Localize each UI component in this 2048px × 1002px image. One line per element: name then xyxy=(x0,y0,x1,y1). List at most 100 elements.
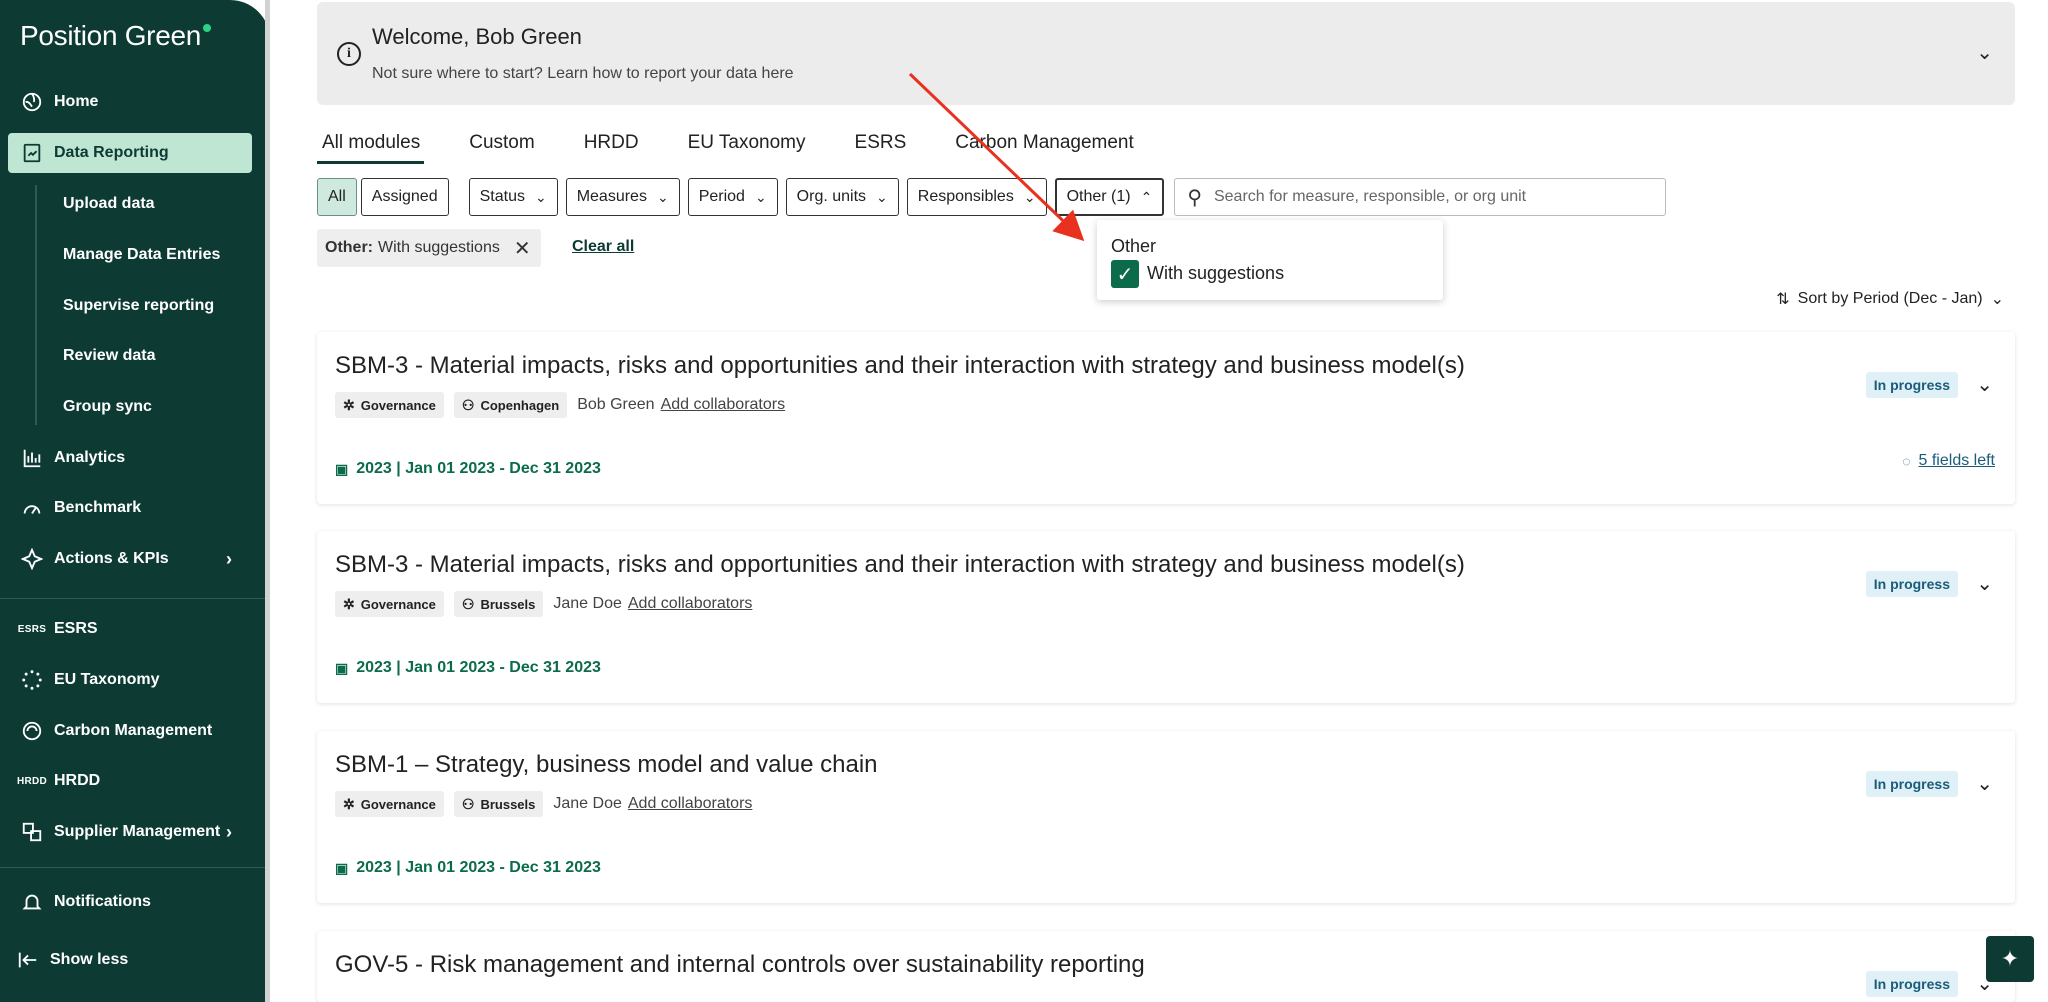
date-label: 2023 | Jan 01 2023 - Dec 31 2023 xyxy=(356,659,601,676)
sidebar-item-benchmark[interactable]: Benchmark xyxy=(8,488,252,528)
sidebar-item-data-reporting[interactable]: Data Reporting xyxy=(8,133,252,173)
measure-card[interactable]: SBM-3 - Material impacts, risks and oppo… xyxy=(317,531,2015,703)
sidebar-subitem-manage-data-entries[interactable]: Manage Data Entries xyxy=(63,240,220,270)
card-meta: ✲ Governance ⚇ Brussels Jane Doe Add colla… xyxy=(335,591,752,617)
add-collaborators-link[interactable]: Add collaborators xyxy=(661,396,786,414)
tab-eu-taxonomy[interactable]: EU Taxonomy xyxy=(683,128,810,164)
collapse-icon xyxy=(16,948,40,972)
sidebar-item-actions-kpis[interactable]: Actions & KPIs › xyxy=(8,539,252,579)
sidebar-subitem-group-sync[interactable]: Group sync xyxy=(63,392,152,422)
chevron-down-icon[interactable]: ⌄ xyxy=(1976,372,1993,397)
chevron-right-icon: › xyxy=(226,548,232,569)
chevron-down-icon: ⌄ xyxy=(534,188,547,205)
filter-responsibles-dropdown[interactable]: Responsibles ⌄ xyxy=(906,178,1047,216)
sidebar-item-label: ESRS xyxy=(54,620,98,637)
chevron-down-icon[interactable]: ⌄ xyxy=(1976,771,1993,796)
tab-esrs[interactable]: ESRS xyxy=(850,128,911,164)
filter-label: Status xyxy=(479,188,525,205)
responsible-person: Jane Doe xyxy=(553,595,622,612)
measure-card[interactable]: SBM-3 - Material impacts, risks and oppo… xyxy=(317,332,2015,504)
tag-label: Governance xyxy=(360,596,436,612)
progress-icon: ◌ xyxy=(1902,453,1911,469)
filter-label: Other (1) xyxy=(1066,188,1131,205)
eu-taxonomy-icon xyxy=(20,668,44,692)
chevron-down-icon[interactable]: ⌄ xyxy=(1976,571,1993,596)
sidebar-item-eu-taxonomy[interactable]: EU Taxonomy xyxy=(8,660,252,700)
welcome-banner[interactable]: i Welcome, Bob Green Not sure where to s… xyxy=(317,2,2015,105)
sidebar-item-home[interactable]: Home xyxy=(8,82,252,122)
tab-carbon-management[interactable]: Carbon Management xyxy=(950,128,1138,164)
tab-all-modules[interactable]: All modules xyxy=(317,128,425,164)
welcome-subtitle: Not sure where to start? Learn how to re… xyxy=(372,65,794,82)
search-icon: ⚲ xyxy=(1187,186,1202,209)
responsible-person: Jane Doe xyxy=(553,795,622,812)
filter-all-button[interactable]: All xyxy=(317,178,357,216)
home-icon xyxy=(20,90,44,114)
welcome-title: Welcome, Bob Green xyxy=(372,24,582,49)
sidebar-item-analytics[interactable]: Analytics xyxy=(8,438,252,478)
filter-other-dropdown[interactable]: Other (1) ⌃ xyxy=(1054,178,1165,216)
filter-label: Period xyxy=(698,188,745,205)
sidebar-scrollbar[interactable] xyxy=(265,0,270,1002)
sidebar-item-label: Carbon Management xyxy=(54,722,213,739)
sidebar-item-esrs[interactable]: ESRS ESRS xyxy=(8,609,252,649)
fields-left-label: 5 fields left xyxy=(1918,452,1995,469)
sidebar-subitem-review-data[interactable]: Review data xyxy=(63,341,155,371)
with-suggestions-checkbox[interactable]: ✓ xyxy=(1111,260,1139,288)
carbon-management-icon xyxy=(20,719,44,743)
org-tag: ⚇ Copenhagen xyxy=(453,392,568,418)
chevron-down-icon[interactable]: ⌄ xyxy=(1976,40,1993,65)
sidebar-subitem-supervise-reporting[interactable]: Supervise reporting xyxy=(63,291,214,321)
measure-card[interactable]: GOV-5 - Risk management and internal con… xyxy=(317,931,2015,1002)
chip-value: With suggestions xyxy=(378,239,500,256)
app-logo[interactable]: Position Green xyxy=(20,20,212,52)
sidebar: Position Green Home Data Reporting Uploa… xyxy=(0,0,270,1002)
governance-icon: ✲ xyxy=(343,795,355,812)
org-tag: ⚇ Brussels xyxy=(453,791,544,817)
calendar-icon: ▣ xyxy=(335,859,349,876)
with-suggestions-label[interactable]: With suggestions xyxy=(1147,263,1284,284)
sidebar-item-notifications[interactable]: Notifications xyxy=(8,882,252,922)
filter-org-units-dropdown[interactable]: Org. units ⌄ xyxy=(785,178,899,216)
sidebar-item-label: EU Taxonomy xyxy=(54,671,160,688)
search-input[interactable]: ⚲ Search for measure, responsible, or or… xyxy=(1174,178,1667,216)
ai-assistant-button[interactable]: ✦ xyxy=(1986,936,2034,982)
tag-label: Brussels xyxy=(480,796,536,812)
sidebar-item-label: Notifications xyxy=(54,893,151,910)
status-badge: In progress xyxy=(1865,372,1958,398)
filter-measures-dropdown[interactable]: Measures ⌄ xyxy=(565,178,680,216)
sidebar-show-less[interactable]: Show less xyxy=(4,940,248,980)
notifications-icon xyxy=(20,890,44,914)
filter-assigned-button[interactable]: Assigned xyxy=(360,178,449,216)
filter-period-dropdown[interactable]: Period ⌄ xyxy=(687,178,778,216)
chevron-down-icon: ⌄ xyxy=(754,188,767,205)
data-reporting-icon xyxy=(20,141,44,165)
add-collaborators-link[interactable]: Add collaborators xyxy=(628,595,753,613)
actions-kpis-icon xyxy=(20,547,44,571)
sidebar-subitem-upload-data[interactable]: Upload data xyxy=(63,189,155,219)
filter-status-dropdown[interactable]: Status ⌄ xyxy=(468,178,558,216)
tab-hrdd[interactable]: HRDD xyxy=(579,128,643,164)
other-filter-dropdown: Other ✓ With suggestions xyxy=(1097,220,1443,300)
sort-control[interactable]: ⇅ Sort by Period (Dec - Jan) ⌄ xyxy=(1776,289,2004,309)
date-label: 2023 | Jan 01 2023 - Dec 31 2023 xyxy=(356,460,601,477)
clear-all-link[interactable]: Clear all xyxy=(572,238,634,256)
measure-card[interactable]: SBM-1 – Strategy, business model and val… xyxy=(317,731,2015,903)
active-filter-chip: Other: With suggestions ✕ xyxy=(317,229,541,267)
sidebar-item-label: Home xyxy=(54,93,99,110)
sidebar-item-label: Analytics xyxy=(54,449,126,466)
add-collaborators-link[interactable]: Add collaborators xyxy=(628,795,753,813)
supplier-management-icon xyxy=(20,820,44,844)
filter-label: Org. units xyxy=(796,188,867,205)
tab-custom[interactable]: Custom xyxy=(464,128,538,164)
esrs-icon: ESRS xyxy=(17,623,47,635)
date-label: 2023 | Jan 01 2023 - Dec 31 2023 xyxy=(356,859,601,876)
sidebar-item-supplier-management[interactable]: Supplier Management › xyxy=(8,812,252,852)
sidebar-divider xyxy=(0,867,265,868)
topic-tag: ✲ Governance xyxy=(335,392,444,418)
close-icon[interactable]: ✕ xyxy=(514,236,531,261)
sidebar-item-carbon-management[interactable]: Carbon Management xyxy=(8,711,252,751)
fields-left-link[interactable]: ◌ 5 fields left xyxy=(1902,452,1995,470)
analytics-icon xyxy=(20,446,44,470)
sidebar-item-hrdd[interactable]: HRDD HRDD xyxy=(8,761,252,801)
